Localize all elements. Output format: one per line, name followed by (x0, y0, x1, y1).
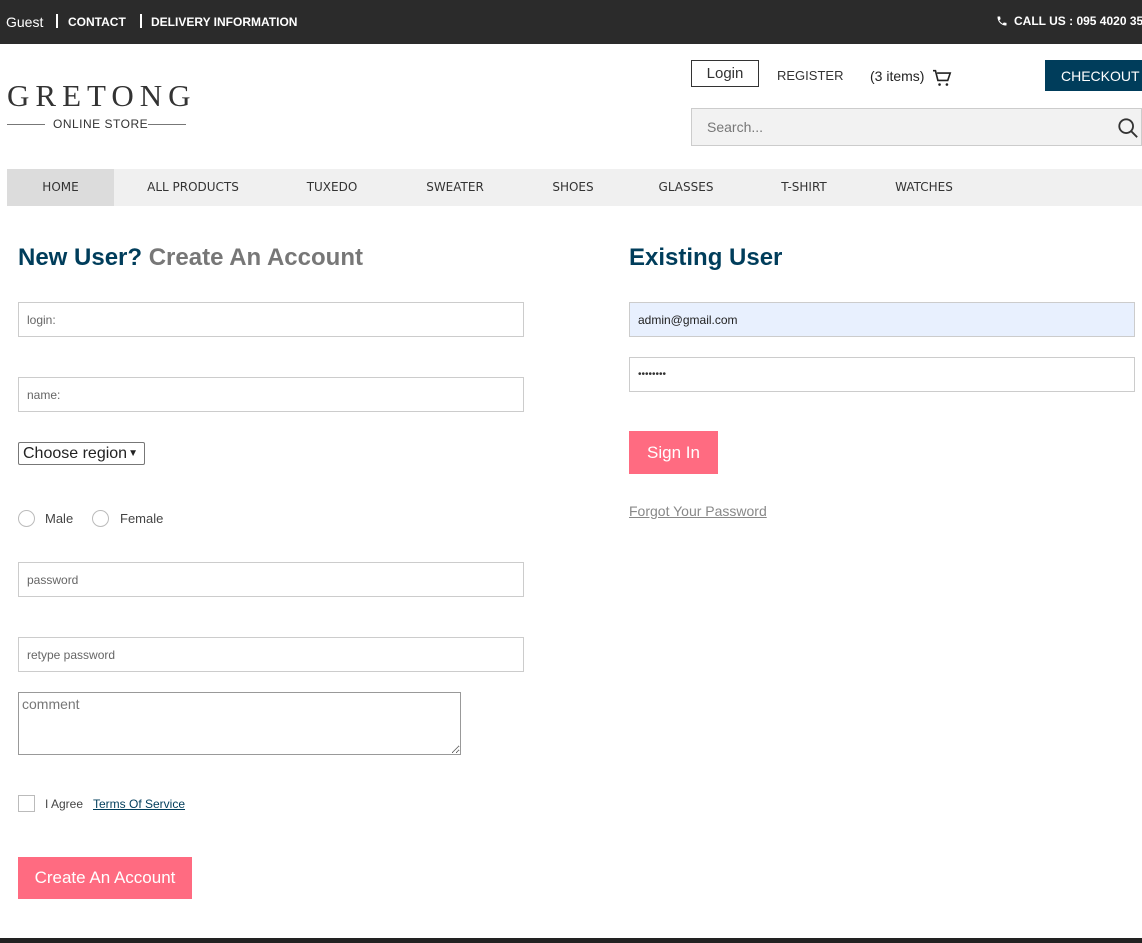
sign-in-button[interactable]: Sign In (629, 431, 718, 474)
region-select-value: Choose region (23, 445, 128, 462)
checkout-button[interactable]: CHECKOUT (1045, 60, 1142, 91)
cart-link[interactable]: (3 items) (870, 68, 952, 87)
search-icon[interactable] (1117, 117, 1139, 139)
nav-all-products[interactable]: ALL PRODUCTS (134, 169, 252, 206)
logo-brand: GRETONG (7, 78, 197, 113)
register-heading-grey: Create An Account (148, 244, 363, 271)
nav-watches[interactable]: WATCHES (883, 169, 965, 206)
logo-line-left (7, 124, 45, 125)
cart-count: (3 items) (870, 68, 925, 84)
register-name-input[interactable] (18, 377, 524, 412)
gender-male-radio[interactable] (18, 510, 35, 527)
register-heading: New User? Create An Account (18, 244, 363, 272)
create-account-button[interactable]: Create An Account (18, 857, 192, 899)
gender-male-label: Male (45, 511, 74, 526)
divider (140, 14, 142, 28)
call-us-text: CALL US : 095 4020 357 (1014, 14, 1142, 28)
agree-checkbox[interactable] (18, 795, 35, 812)
nav-home[interactable]: HOME (7, 169, 114, 206)
login-button[interactable]: Login (691, 60, 759, 87)
search-bar (691, 108, 1142, 146)
phone-icon (997, 16, 1007, 26)
main-nav: HOME ALL PRODUCTS TUXEDO SWEATER SHOES G… (7, 169, 1142, 206)
forgot-password-link[interactable]: Forgot Your Password (629, 503, 767, 519)
store-logo[interactable]: GRETONG ONLINE STORE (7, 78, 197, 132)
terms-of-service-link[interactable]: Terms Of Service (93, 797, 185, 811)
nav-tuxedo[interactable]: TUXEDO (292, 169, 372, 206)
logo-line-right (148, 124, 186, 125)
nav-t-shirt[interactable]: T-SHIRT (768, 169, 840, 206)
gender-female-radio[interactable] (92, 510, 109, 527)
logo-subtitle-text: ONLINE STORE (53, 117, 149, 131)
contact-link[interactable]: CONTACT (68, 15, 126, 29)
gender-female-label: Female (120, 511, 164, 526)
signin-heading: Existing User (629, 244, 783, 271)
search-input[interactable] (692, 109, 1112, 145)
nav-sweater[interactable]: SWEATER (414, 169, 496, 206)
signin-password-input[interactable] (629, 357, 1135, 392)
register-retype-password-input[interactable] (18, 637, 524, 672)
register-heading-strong: New User? (18, 244, 143, 271)
cart-icon (933, 69, 952, 86)
nav-shoes[interactable]: SHOES (540, 169, 606, 206)
delivery-information-link[interactable]: DELIVERY INFORMATION (151, 15, 297, 29)
register-link[interactable]: REGISTER (777, 68, 843, 83)
footer-edge (0, 938, 1142, 943)
region-select[interactable]: Choose region ▼ (18, 442, 145, 465)
logo-subtitle: ONLINE STORE (7, 116, 189, 132)
agree-label: I Agree (45, 797, 84, 811)
caret-down-icon: ▼ (128, 448, 138, 459)
guest-label: Guest (6, 14, 44, 30)
nav-glasses[interactable]: GLASSES (648, 169, 724, 206)
divider (56, 14, 58, 28)
top-bar: Guest CONTACT DELIVERY INFORMATION CALL … (0, 0, 1142, 44)
register-login-input[interactable] (18, 302, 524, 337)
register-password-input[interactable] (18, 562, 524, 597)
signin-email-input[interactable] (629, 302, 1135, 337)
call-us-info: CALL US : 095 4020 357 (996, 14, 1142, 28)
comment-textarea[interactable] (18, 692, 461, 755)
